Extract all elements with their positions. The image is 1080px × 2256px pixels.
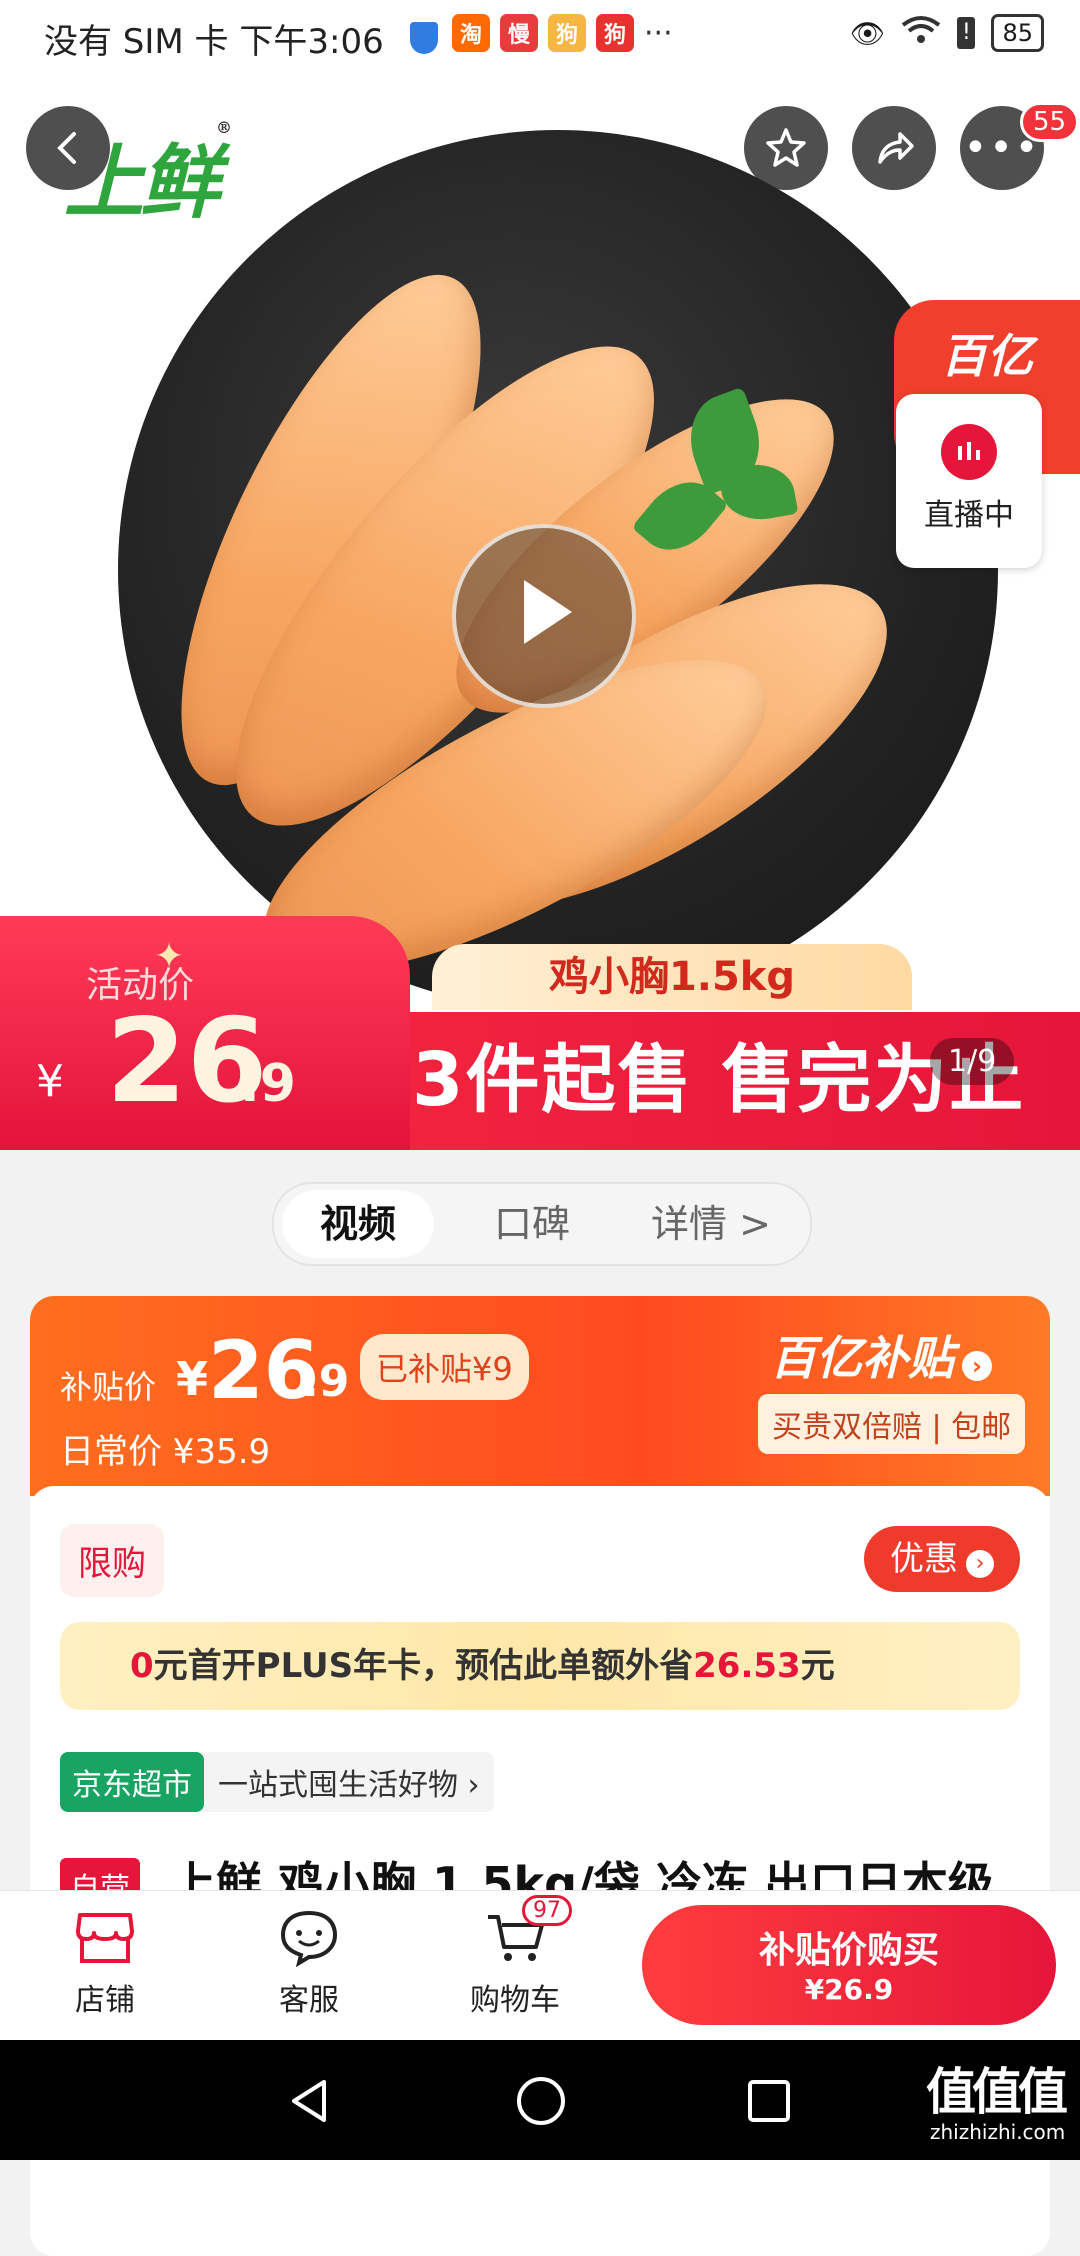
- play-icon: [524, 580, 572, 644]
- discount-button[interactable]: 优惠 ›: [864, 1526, 1020, 1592]
- back-button[interactable]: [26, 106, 110, 190]
- buy-price: ¥26.9: [804, 1973, 894, 2006]
- home-nav-icon[interactable]: [514, 2074, 568, 2128]
- tab-video[interactable]: 视频: [282, 1190, 434, 1258]
- dog-app-icon: 狗: [548, 14, 586, 52]
- shield-icon: [410, 22, 438, 54]
- live-label: 直播中: [924, 498, 1014, 533]
- shop-label: 店铺: [75, 1983, 135, 2018]
- subsidy-price-label: 补贴价: [60, 1368, 157, 1406]
- subsidy-price-dec: .9: [302, 1356, 350, 1407]
- subsidy-brand-link[interactable]: 百亿补贴 ›: [770, 1322, 992, 1388]
- more-notifications: ···: [644, 15, 673, 51]
- activity-price-panel: 活动价 ✦ ¥ 26 .9: [0, 916, 410, 1150]
- status-bar: 没有 SIM 卡 下午3:06 淘 慢 狗 狗 ··· 👁 ! 85: [0, 0, 1080, 76]
- watermark-logo: 值值值: [926, 2063, 1068, 2121]
- taobao-app-icon: 淘: [452, 14, 490, 52]
- wifi-icon: [901, 15, 941, 52]
- status-carrier-time: 没有 SIM 卡 下午3:06: [44, 22, 384, 62]
- chevron-right-icon: ›: [962, 1351, 992, 1381]
- manga-app-icon: 慢: [500, 14, 538, 52]
- image-pager: 1/9: [930, 1038, 1015, 1085]
- service-label: 客服: [279, 1983, 339, 2018]
- message-count-badge: 55: [1020, 102, 1080, 142]
- subsidy-header[interactable]: 补贴价 ¥ 26 .9 已补贴¥9 日常价 ¥35.9 百亿补贴 › 买贵双倍赔 …: [30, 1296, 1050, 1496]
- store-tag: 京东超市: [60, 1752, 204, 1812]
- live-button[interactable]: 直播中: [896, 394, 1042, 568]
- back-nav-icon[interactable]: [284, 2076, 334, 2126]
- share-button[interactable]: [852, 106, 936, 190]
- tab-reviews[interactable]: 口碑: [452, 1184, 612, 1264]
- subsidy-price-symbol: ¥: [176, 1352, 209, 1406]
- plus-promo-banner[interactable]: 0元首开PLUS年卡，预估此单额外省26.53元: [60, 1622, 1020, 1710]
- currency-symbol: ¥: [36, 1056, 64, 1107]
- cart-label: 购物车: [470, 1983, 560, 2018]
- daily-price: 日常价 ¥35.9: [60, 1432, 271, 1472]
- sparkle-icon: ✦: [154, 936, 185, 977]
- jd-app-icon: 狗: [596, 14, 634, 52]
- favorite-button[interactable]: [744, 106, 828, 190]
- alert-icon: !: [957, 17, 976, 49]
- activity-price-dec: .9: [240, 1054, 296, 1114]
- tab-details[interactable]: 详情 >: [626, 1184, 796, 1264]
- buy-label: 补贴价购买: [758, 1930, 939, 1971]
- share-icon: [878, 132, 914, 164]
- store-link[interactable]: 京东超市 一站式囤生活好物 ›: [60, 1752, 494, 1812]
- guarantee-tag: 买贵双倍赔 | 包邮: [758, 1394, 1026, 1454]
- cart-button[interactable]: 购物车 97: [460, 1895, 572, 2019]
- notification-app-icons: 淘 慢 狗 狗 ···: [452, 14, 673, 52]
- status-right: 👁 ! 85: [850, 14, 1044, 52]
- shop-button[interactable]: 店铺: [50, 1909, 160, 2019]
- limit-purchase-tag: 限购: [60, 1524, 164, 1597]
- customer-service-button[interactable]: 客服: [254, 1909, 364, 2019]
- eye-icon: 👁: [849, 16, 886, 50]
- play-video-button[interactable]: [452, 524, 636, 708]
- store-desc: 一站式囤生活好物 ›: [218, 1768, 480, 1803]
- store-icon: [76, 1913, 134, 1963]
- recents-nav-icon[interactable]: [744, 2076, 794, 2126]
- subsidized-amount-badge: 已补贴¥9: [360, 1334, 529, 1400]
- chevron-left-icon: [57, 132, 76, 164]
- system-nav-bar: 值值值 zhizhizhi.com: [0, 2040, 1080, 2160]
- watermark-url: zhizhizhi.com: [930, 2120, 1066, 2144]
- subsidy-buy-button[interactable]: 补贴价购买 ¥26.9: [642, 1905, 1056, 2025]
- cart-count-badge: 97: [522, 1895, 572, 1926]
- chat-face-icon: [280, 1910, 338, 1968]
- bottom-action-bar: 店铺 客服 购物车 97 补贴价购买 ¥26.9: [0, 1890, 1080, 2041]
- chevron-right-icon: ›: [966, 1550, 994, 1578]
- product-name-tag: 鸡小胸1.5kg: [432, 944, 912, 1010]
- battery-indicator: 85: [991, 14, 1044, 52]
- live-icon: [941, 424, 997, 480]
- media-tabs: 视频 口碑 详情 >: [272, 1182, 812, 1266]
- star-icon: [766, 128, 806, 167]
